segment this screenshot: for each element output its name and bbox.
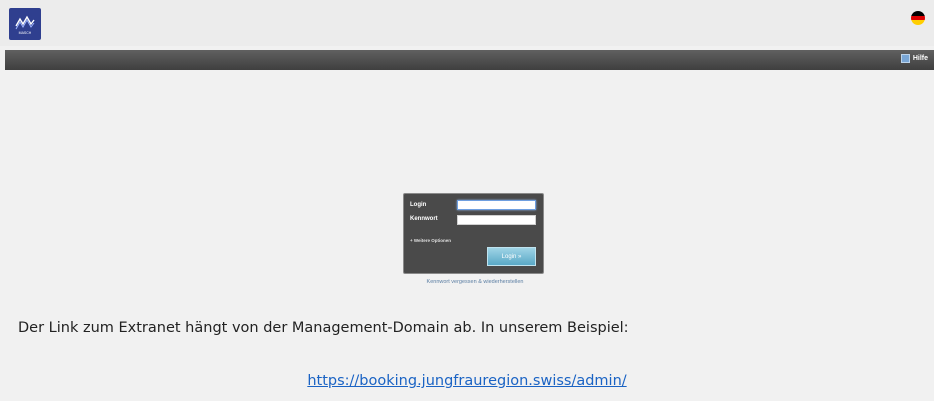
login-input[interactable] — [457, 200, 536, 210]
help-icon — [900, 54, 910, 63]
extranet-link[interactable]: https://booking.jungfrauregion.swiss/adm… — [0, 373, 934, 389]
login-label: Login — [410, 202, 427, 208]
mountain-logo-icon: MASCH — [15, 15, 35, 35]
help-button[interactable]: Hilfe — [900, 54, 928, 63]
german-flag-icon[interactable] — [911, 11, 925, 25]
top-header: MASCH — [0, 0, 934, 46]
main-navbar: Hilfe — [5, 50, 934, 70]
logo-text: MASCH — [19, 31, 32, 35]
document-text: Der Link zum Extranet hängt von der Mana… — [18, 320, 629, 336]
password-input[interactable] — [457, 215, 536, 225]
password-label: Kennwort — [410, 216, 438, 222]
help-label: Hilfe — [912, 55, 928, 62]
forgot-password-link[interactable]: Kennwort vergessen & wiederherstellen — [404, 279, 546, 285]
login-button[interactable]: Login » — [487, 247, 536, 266]
login-form: Login Kennwort + Weitere Optionen Login … — [403, 193, 544, 274]
more-options-toggle[interactable]: + Weitere Optionen — [410, 238, 451, 243]
brand-logo[interactable]: MASCH — [9, 8, 41, 40]
